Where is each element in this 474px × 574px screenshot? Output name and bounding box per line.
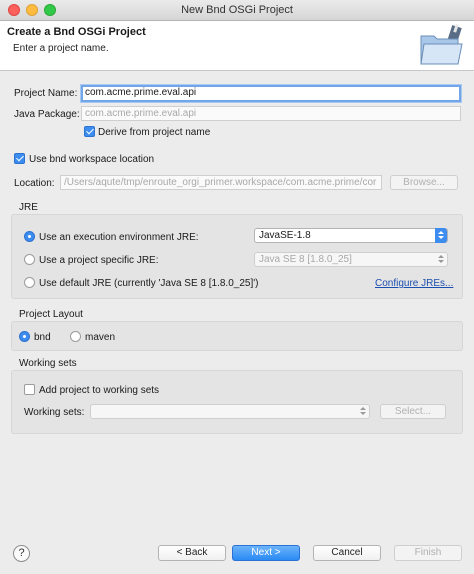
working-sets-label: Working sets: <box>24 407 85 418</box>
derive-from-name-checkbox[interactable] <box>84 126 95 137</box>
layout-maven-label: maven <box>85 332 116 343</box>
exec-env-jre-label: Use an execution environment JRE: <box>39 232 199 243</box>
chevron-updown-icon <box>435 252 447 267</box>
browse-location-button[interactable]: Browse... <box>390 175 458 190</box>
window-titlebar: New Bnd OSGi Project <box>0 0 474 21</box>
java-package-input[interactable]: com.acme.prime.eval.api <box>81 106 461 121</box>
working-sets-group-title: Working sets <box>19 358 77 369</box>
default-jre-radio[interactable] <box>24 277 35 288</box>
window-title: New Bnd OSGi Project <box>181 4 293 16</box>
layout-bnd-label: bnd <box>34 332 51 343</box>
chevron-updown-icon <box>435 228 447 243</box>
specific-jre-radio[interactable] <box>24 254 35 265</box>
derive-from-name-label: Derive from project name <box>98 127 211 138</box>
cancel-button[interactable]: Cancel <box>313 545 381 561</box>
exec-env-jre-radio[interactable] <box>24 231 35 242</box>
chevron-updown-icon <box>357 404 369 419</box>
specific-jre-select-value: Java SE 8 [1.8.0_25] <box>259 254 352 265</box>
working-sets-select[interactable] <box>90 404 370 419</box>
exec-env-select-value: JavaSE-1.8 <box>259 230 311 241</box>
use-workspace-location-label: Use bnd workspace location <box>29 154 155 165</box>
layout-maven-radio[interactable] <box>70 331 81 342</box>
use-workspace-location-checkbox[interactable] <box>14 153 25 164</box>
next-button[interactable]: Next > <box>232 545 300 561</box>
exec-env-select[interactable]: JavaSE-1.8 <box>254 228 448 243</box>
layout-bnd-radio[interactable] <box>19 331 30 342</box>
working-sets-group <box>11 370 463 434</box>
location-label: Location: <box>14 178 55 189</box>
wizard-message: Enter a project name. <box>13 43 109 54</box>
project-name-input[interactable]: com.acme.prime.eval.api <box>81 85 461 102</box>
wizard-banner: Create a Bnd OSGi Project Enter a projec… <box>0 21 474 71</box>
java-package-label: Java Package: <box>14 109 80 120</box>
project-layout-group-title: Project Layout <box>19 309 83 320</box>
default-jre-label: Use default JRE (currently 'Java SE 8 [1… <box>39 278 259 289</box>
wizard-title: Create a Bnd OSGi Project <box>7 26 146 38</box>
back-button[interactable]: < Back <box>158 545 226 561</box>
location-input[interactable]: /Users/aqute/tmp/enroute_orgi_primer.wor… <box>60 175 382 190</box>
configure-jres-link[interactable]: Configure JREs... <box>375 278 453 289</box>
specific-jre-select[interactable]: Java SE 8 [1.8.0_25] <box>254 252 448 267</box>
add-to-working-sets-label: Add project to working sets <box>39 385 160 396</box>
add-to-working-sets-checkbox[interactable] <box>24 384 35 395</box>
help-icon[interactable]: ? <box>13 545 30 562</box>
specific-jre-label: Use a project specific JRE: <box>39 255 159 266</box>
finish-button[interactable]: Finish <box>394 545 462 561</box>
project-name-label: Project Name: <box>14 88 78 99</box>
folder-wizard-icon <box>420 24 463 65</box>
jre-group-title: JRE <box>19 202 38 213</box>
select-working-sets-button[interactable]: Select... <box>380 404 446 419</box>
